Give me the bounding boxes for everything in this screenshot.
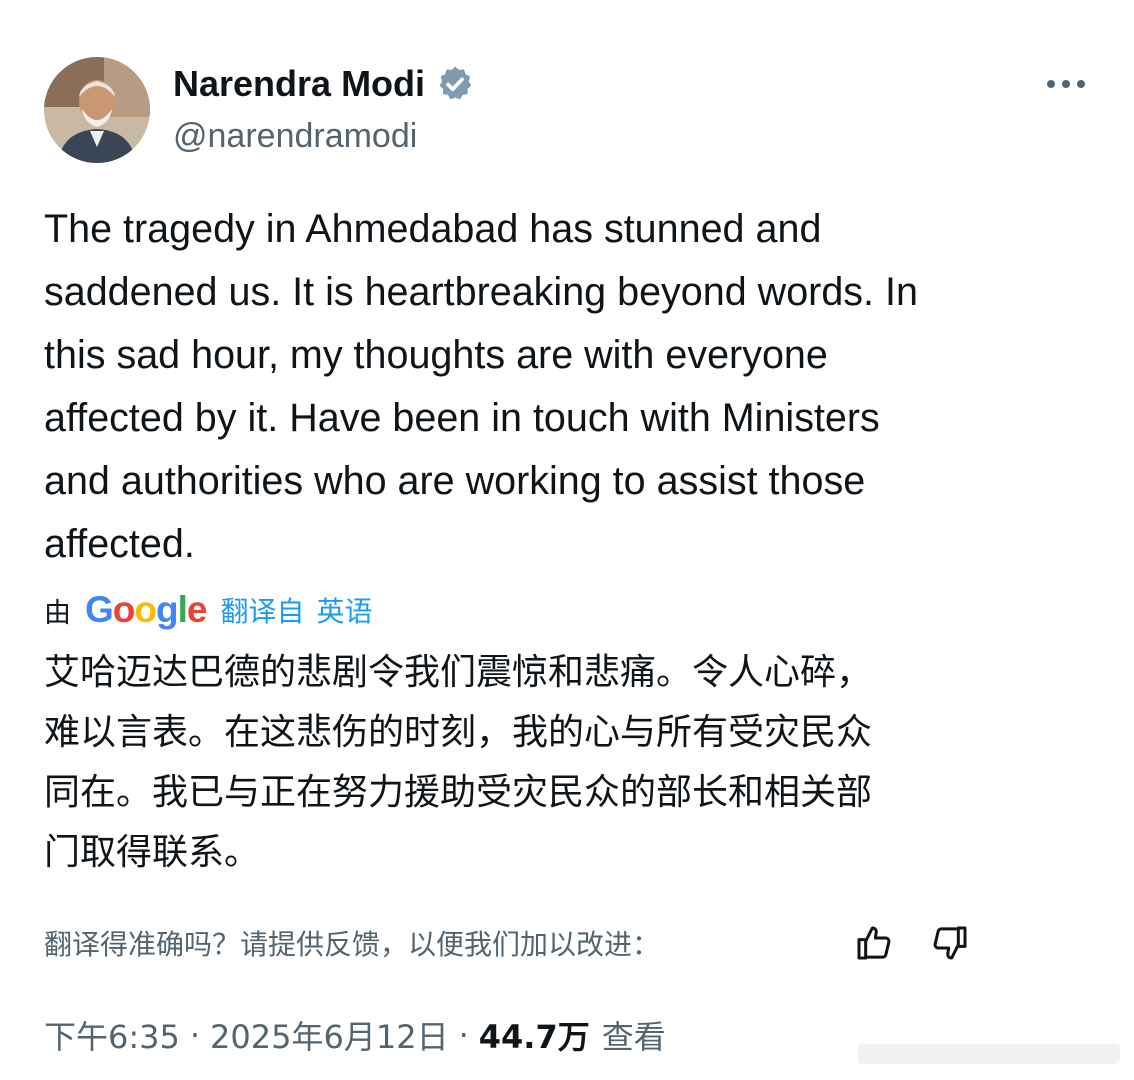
author-handle[interactable]: @narendramodi bbox=[173, 114, 417, 158]
avatar[interactable] bbox=[44, 57, 150, 163]
thumbs-down-button[interactable] bbox=[928, 921, 972, 965]
translation-feedback: 翻译得准确吗？请提供反馈，以便我们加以改进： bbox=[44, 918, 1004, 968]
google-logo: Google bbox=[85, 589, 207, 630]
translated-text-line: 艾哈迈达巴德的悲剧令我们震惊和悲痛。令人心碎， bbox=[44, 652, 873, 693]
tweet-text-line: The tragedy in Ahmedabad has stunned and bbox=[44, 207, 822, 251]
tweet-metadata: 下午6:35 · 2025年6月12日 · 44.7万 查看 bbox=[44, 1010, 666, 1060]
translated-text-line: 难以言表。在这悲伤的时刻，我的心与所有受灾民众 bbox=[44, 712, 873, 753]
views-count[interactable]: 44.7万 bbox=[479, 1012, 590, 1058]
tweet-text-line: saddened us. It is heartbreaking beyond … bbox=[44, 270, 918, 314]
translation-source-link[interactable]: 翻译自 英语 bbox=[220, 590, 372, 630]
translated-from-label: 翻译自 bbox=[220, 595, 305, 628]
more-options-button[interactable] bbox=[1042, 72, 1090, 96]
translated-by-label: 由 bbox=[44, 597, 71, 629]
meta-separator: · bbox=[189, 1016, 201, 1054]
thumbs-up-icon bbox=[857, 926, 891, 960]
more-icon bbox=[1047, 80, 1085, 88]
tweet-text-line: and authorities who are working to assis… bbox=[44, 459, 866, 503]
display-name-text: Narendra Modi bbox=[173, 63, 426, 104]
tweet-time[interactable]: 下午6:35 bbox=[44, 1012, 180, 1058]
translation-attribution: 由 Google 翻译自 英语 bbox=[44, 588, 373, 632]
tweet-text-line: this sad hour, my thoughts are with ever… bbox=[44, 333, 828, 377]
views-label: 查看 bbox=[601, 1018, 666, 1056]
watermark bbox=[858, 1042, 1120, 1068]
meta-separator: · bbox=[458, 1016, 469, 1054]
source-language-label: 英语 bbox=[316, 595, 373, 628]
translated-text: 艾哈迈达巴德的悲剧令我们震惊和悲痛。令人心碎， 难以言表。在这悲伤的时刻，我的心… bbox=[44, 643, 1104, 883]
thumbs-up-button[interactable] bbox=[852, 921, 896, 965]
translated-text-line: 门取得联系。 bbox=[44, 832, 261, 873]
tweet-text: The tragedy in Ahmedabad has stunned and… bbox=[44, 198, 1094, 576]
tweet-text-line: affected. bbox=[44, 522, 195, 566]
translated-text-line: 同在。我已与正在努力援助受灾民众的部长和相关部 bbox=[44, 772, 873, 813]
tweet-date[interactable]: 2025年6月12日 bbox=[210, 1012, 449, 1058]
tweet-text-line: affected by it. Have been in touch with … bbox=[44, 396, 880, 440]
verified-badge-icon bbox=[435, 64, 475, 104]
author-display-name[interactable]: Narendra Modi bbox=[173, 62, 475, 106]
thumbs-down-icon bbox=[933, 926, 967, 960]
feedback-question: 翻译得准确吗？请提供反馈，以便我们加以改进： bbox=[44, 928, 661, 961]
avatar-image bbox=[44, 57, 150, 163]
